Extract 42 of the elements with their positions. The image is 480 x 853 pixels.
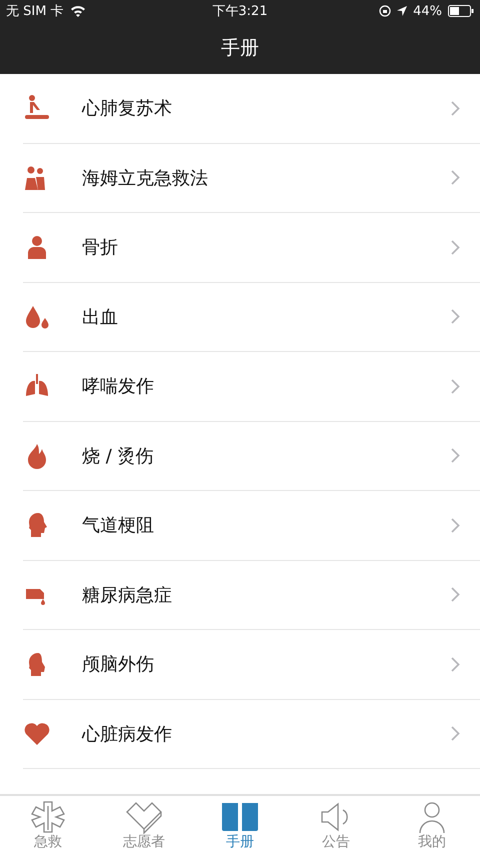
chevron-icon [451,378,460,394]
list-item[interactable]: 心肺复苏术 [23,74,480,144]
book-icon [220,800,260,834]
carrier-text: 无 SIM 卡 [6,3,64,20]
chevron-icon [451,656,460,672]
item-label: 骨折 [82,236,119,260]
star-of-life-icon [28,800,68,834]
list-item[interactable]: 颅脑外伤 [23,630,480,700]
battery-text: 44% [413,4,442,18]
list-item[interactable]: 烧 / 烫伤 [23,422,480,491]
list-item[interactable]: 心脏病发作 [23,700,480,769]
item-label: 心脏病发作 [82,722,173,746]
chevron-icon [451,448,460,464]
list-item[interactable]: 气道梗阻 [23,491,480,560]
battery-icon [448,5,474,17]
item-label: 气道梗阻 [82,514,155,538]
list-item[interactable]: 骨折 [23,213,480,282]
list-item[interactable]: 出血 [23,282,480,352]
item-label: 心肺复苏术 [82,97,173,120]
clock-text: 下午3:21 [212,3,268,20]
item-label: 海姆立克急救法 [82,166,209,190]
list-item[interactable]: 糖尿病急症 [23,560,480,630]
list-item[interactable]: 哮喘发作 [23,352,480,422]
chevron-icon [451,240,460,255]
page-title: 手册 [221,36,259,61]
list-item[interactable]: 海姆立克急救法 [23,144,480,213]
wifi-icon [70,5,86,17]
rotation-lock-icon [379,5,392,17]
item-label: 颅脑外伤 [82,653,155,676]
chevron-icon [451,587,460,602]
chevron-icon [451,518,460,533]
location-icon [397,6,408,16]
chevron-icon [451,100,460,116]
item-label: 出血 [82,306,119,329]
item-label: 哮喘发作 [82,375,155,398]
item-label: 烧 / 烫伤 [82,444,155,468]
chevron-icon [451,726,460,742]
heart-icon [124,800,164,834]
tab[interactable]: 手册 [192,796,288,853]
item-label: 糖尿病急症 [82,584,173,607]
chevron-icon [451,309,460,324]
chevron-icon [451,170,460,186]
